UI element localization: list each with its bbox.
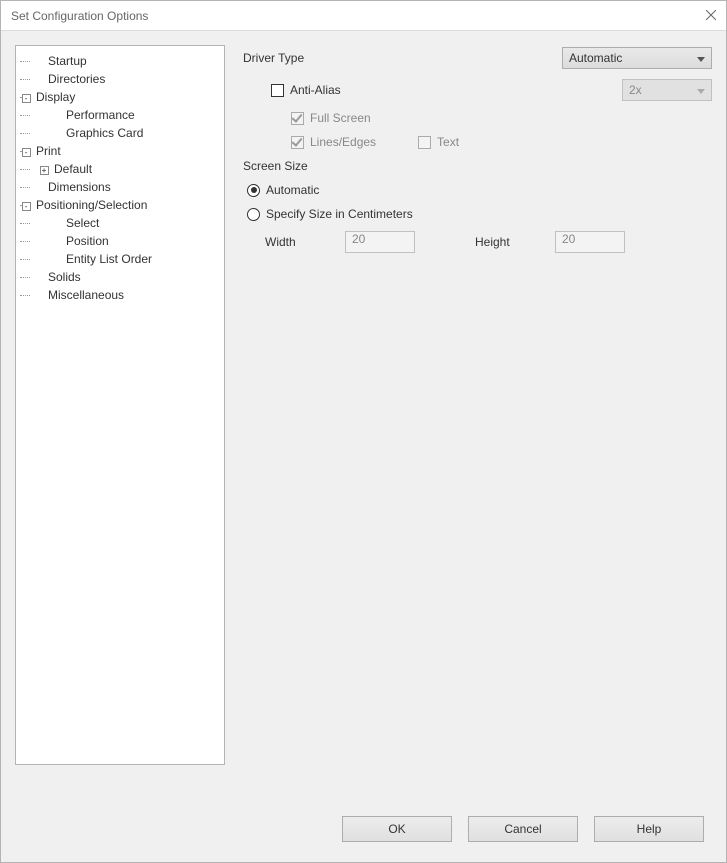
dialog-footer: OK Cancel Help bbox=[1, 802, 726, 862]
lines-edges-checkbox bbox=[291, 136, 304, 149]
width-label: Width bbox=[265, 235, 335, 249]
settings-panel: Driver Type Automatic Anti-Alias 2x bbox=[243, 45, 712, 802]
tree-item-misc[interactable]: Miscellaneous bbox=[46, 287, 126, 303]
screen-specify-label: Specify Size in Centimeters bbox=[266, 207, 413, 221]
tree-item-performance[interactable]: Performance bbox=[64, 107, 137, 123]
help-button[interactable]: Help bbox=[594, 816, 704, 842]
chevron-down-icon bbox=[697, 83, 705, 97]
full-screen-label: Full Screen bbox=[310, 111, 371, 125]
titlebar: Set Configuration Options bbox=[1, 1, 726, 31]
tree-item-dimensions[interactable]: Dimensions bbox=[46, 179, 113, 195]
collapse-icon[interactable]: - bbox=[22, 202, 31, 211]
anti-alias-label: Anti-Alias bbox=[290, 83, 341, 97]
tree-item-default[interactable]: Default bbox=[52, 161, 94, 177]
chevron-down-icon bbox=[697, 51, 705, 65]
dialog-window: Set Configuration Options Startup Direct… bbox=[0, 0, 727, 863]
screen-auto-radio[interactable] bbox=[247, 184, 260, 197]
tree-item-select[interactable]: Select bbox=[64, 215, 101, 231]
collapse-icon[interactable]: - bbox=[22, 94, 31, 103]
text-checkbox bbox=[418, 136, 431, 149]
collapse-icon[interactable]: - bbox=[22, 148, 31, 157]
tree-item-display[interactable]: Display bbox=[34, 89, 77, 105]
tree-item-entity-list[interactable]: Entity List Order bbox=[64, 251, 154, 267]
category-tree[interactable]: Startup Directories -Display Performance… bbox=[15, 45, 225, 765]
ok-button[interactable]: OK bbox=[342, 816, 452, 842]
tree-item-startup[interactable]: Startup bbox=[46, 53, 89, 69]
driver-type-select[interactable]: Automatic bbox=[562, 47, 712, 69]
tree-item-print[interactable]: Print bbox=[34, 143, 63, 159]
close-icon[interactable] bbox=[706, 9, 716, 23]
dialog-body: Startup Directories -Display Performance… bbox=[1, 31, 726, 802]
height-label: Height bbox=[475, 235, 545, 249]
driver-type-label: Driver Type bbox=[243, 51, 304, 65]
anti-alias-value: 2x bbox=[629, 83, 642, 97]
tree-item-directories[interactable]: Directories bbox=[46, 71, 107, 87]
expand-icon[interactable]: + bbox=[40, 166, 49, 175]
screen-specify-radio[interactable] bbox=[247, 208, 260, 221]
anti-alias-level-select: 2x bbox=[622, 79, 712, 101]
screen-size-label: Screen Size bbox=[243, 159, 308, 173]
tree-item-graphics-card[interactable]: Graphics Card bbox=[64, 125, 145, 141]
height-input: 20 bbox=[555, 231, 625, 253]
tree-item-solids[interactable]: Solids bbox=[46, 269, 83, 285]
width-input: 20 bbox=[345, 231, 415, 253]
tree-item-position[interactable]: Position bbox=[64, 233, 111, 249]
anti-alias-checkbox[interactable] bbox=[271, 84, 284, 97]
text-label: Text bbox=[437, 135, 459, 149]
cancel-button[interactable]: Cancel bbox=[468, 816, 578, 842]
window-title: Set Configuration Options bbox=[11, 9, 148, 23]
driver-type-value: Automatic bbox=[569, 51, 622, 65]
tree-item-positioning[interactable]: Positioning/Selection bbox=[34, 197, 149, 213]
screen-auto-label: Automatic bbox=[266, 183, 319, 197]
lines-edges-label: Lines/Edges bbox=[310, 135, 376, 149]
full-screen-checkbox bbox=[291, 112, 304, 125]
